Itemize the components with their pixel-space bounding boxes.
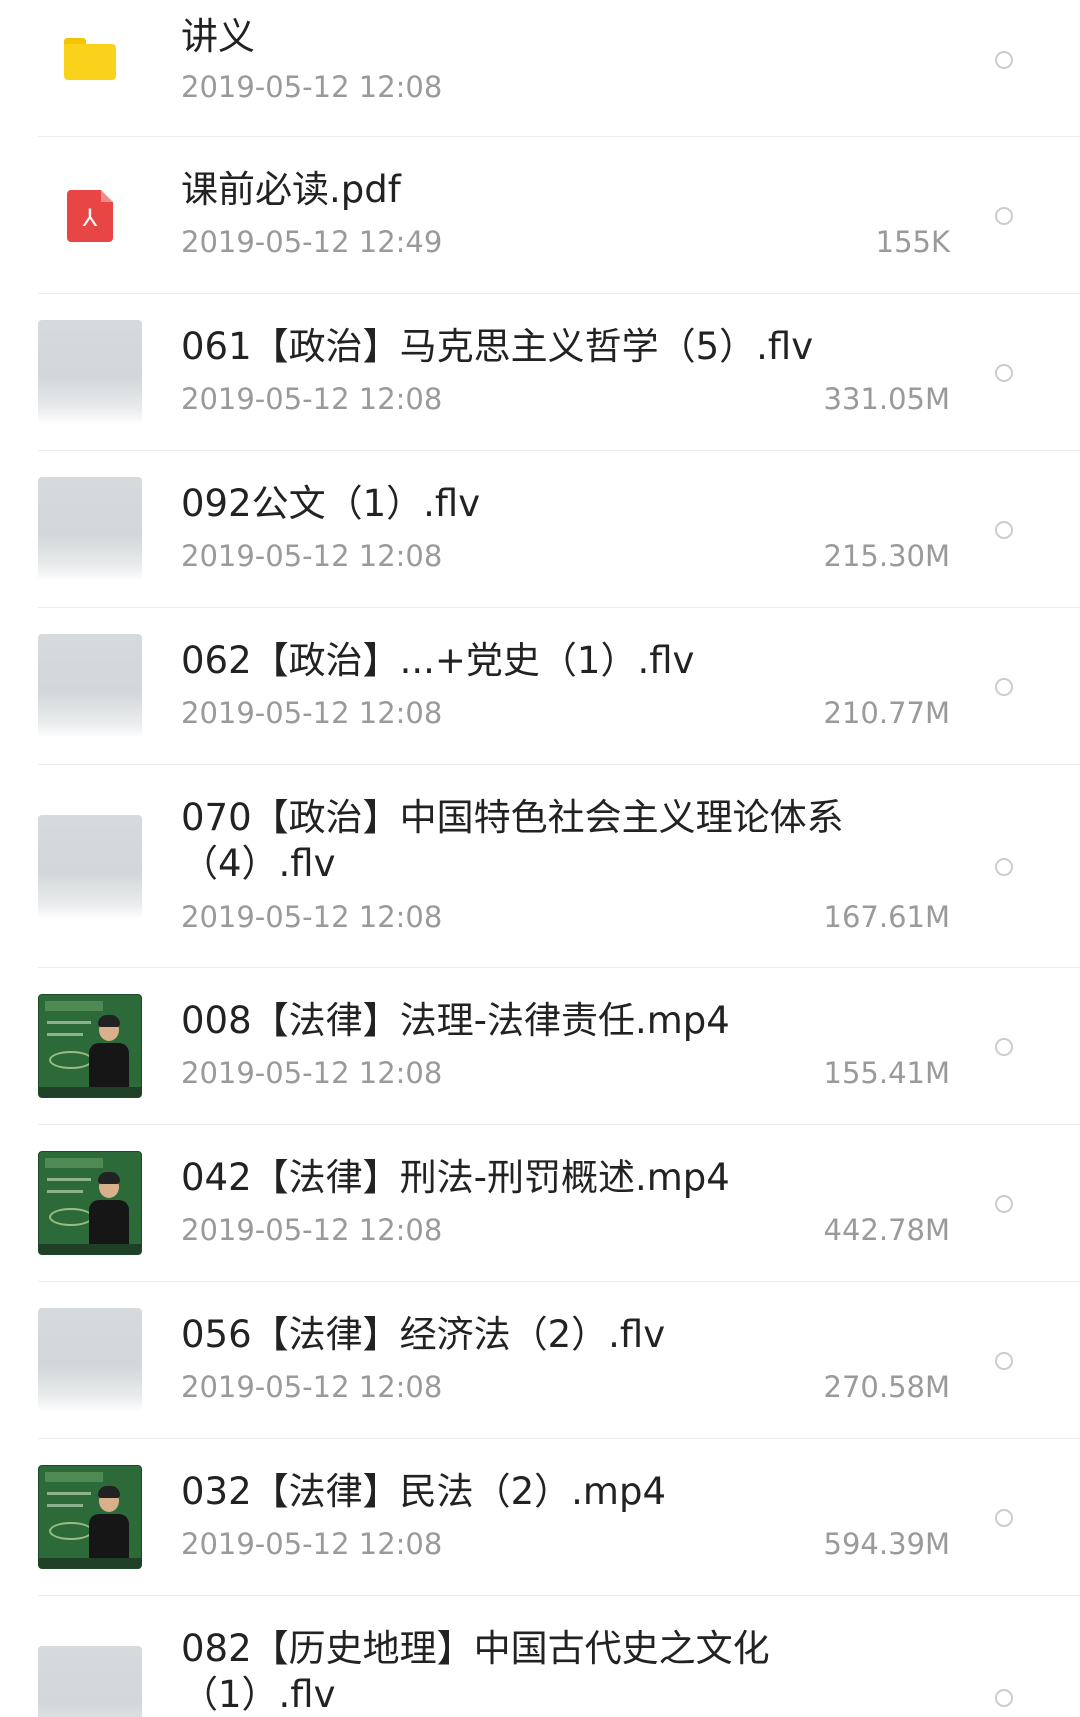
file-date: 2019-05-12 12:08	[181, 1370, 443, 1404]
file-row[interactable]: ⅄ 课前必读.pdf 2019-05-12 12:49 155K	[0, 137, 1080, 294]
video-thumbnail	[38, 994, 142, 1098]
file-size: 270.58M	[823, 1370, 951, 1404]
file-size: 210.77M	[823, 696, 951, 730]
select-radio[interactable]	[995, 521, 1013, 539]
select-radio[interactable]	[995, 1195, 1013, 1213]
select-radio[interactable]	[995, 1689, 1013, 1707]
file-row[interactable]: 061【政治】马克思主义哲学（5）.flv 2019-05-12 12:08 3…	[0, 294, 1080, 451]
file-date: 2019-05-12 12:08	[181, 900, 443, 934]
file-date: 2019-05-12 12:08	[181, 696, 443, 730]
select-radio[interactable]	[995, 858, 1013, 876]
file-name: 092公文（1）.flv	[181, 482, 481, 525]
file-date: 2019-05-12 12:08	[181, 382, 443, 416]
video-thumbnail	[38, 320, 142, 424]
file-date: 2019-05-12 12:08	[181, 1527, 443, 1561]
file-name: 课前必读.pdf	[181, 168, 401, 211]
file-name: 056【法律】经济法（2）.flv	[181, 1313, 666, 1356]
select-radio[interactable]	[995, 51, 1013, 69]
select-radio[interactable]	[995, 1352, 1013, 1370]
file-date: 2019-05-12 12:49	[181, 225, 443, 259]
file-row[interactable]: 042【法律】刑法-刑罚概述.mp4 2019-05-12 12:08 442.…	[0, 1125, 1080, 1282]
file-row[interactable]: 062【政治】...+党史（1）.flv 2019-05-12 12:08 21…	[0, 608, 1080, 765]
video-thumbnail	[38, 1308, 142, 1412]
file-date: 2019-05-12 12:08	[181, 70, 443, 104]
file-name: 070【政治】中国特色社会主义理论体系 （4）.flv	[181, 796, 844, 885]
file-size: 155.41M	[823, 1056, 951, 1090]
file-row[interactable]: 056【法律】经济法（2）.flv 2019-05-12 12:08 270.5…	[0, 1282, 1080, 1439]
file-name: 讲义	[181, 15, 255, 58]
video-thumbnail	[38, 477, 142, 581]
file-size: 167.61M	[823, 900, 951, 934]
file-name: 032【法律】民法（2）.mp4	[181, 1470, 666, 1513]
file-row[interactable]: 008【法律】法理-法律责任.mp4 2019-05-12 12:08 155.…	[0, 968, 1080, 1125]
file-size: 594.39M	[823, 1527, 951, 1561]
video-thumbnail	[38, 1151, 142, 1255]
file-size: 215.30M	[823, 539, 951, 573]
file-name: 062【政治】...+党史（1）.flv	[181, 639, 695, 682]
file-size: 155K	[875, 225, 950, 259]
file-row[interactable]: 092公文（1）.flv 2019-05-12 12:08 215.30M	[0, 451, 1080, 608]
file-size: 331.05M	[823, 382, 951, 416]
file-name: 082【历史地理】中国古代史之文化 （1）.flv	[181, 1627, 770, 1716]
file-name: 042【法律】刑法-刑罚概述.mp4	[181, 1156, 730, 1199]
folder-icon	[64, 38, 116, 80]
file-date: 2019-05-12 12:08	[181, 1213, 443, 1247]
select-radio[interactable]	[995, 207, 1013, 225]
file-date: 2019-05-12 12:08	[181, 539, 443, 573]
file-name: 008【法律】法理-法律责任.mp4	[181, 999, 730, 1042]
select-radio[interactable]	[995, 678, 1013, 696]
select-radio[interactable]	[995, 1509, 1013, 1527]
video-thumbnail	[38, 1465, 142, 1569]
file-row[interactable]: 070【政治】中国特色社会主义理论体系 （4）.flv 2019-05-12 1…	[0, 765, 1080, 968]
file-date: 2019-05-12 12:08	[181, 1056, 443, 1090]
video-thumbnail	[38, 1646, 142, 1717]
file-size: 442.78M	[823, 1213, 951, 1247]
file-row[interactable]: 082【历史地理】中国古代史之文化 （1）.flv	[0, 1596, 1080, 1717]
file-row[interactable]: 讲义 2019-05-12 12:08	[0, 0, 1080, 137]
video-thumbnail	[38, 815, 142, 919]
video-thumbnail	[38, 634, 142, 738]
file-row[interactable]: 032【法律】民法（2）.mp4 2019-05-12 12:08 594.39…	[0, 1439, 1080, 1596]
pdf-icon: ⅄	[67, 190, 113, 242]
select-radio[interactable]	[995, 364, 1013, 382]
file-name: 061【政治】马克思主义哲学（5）.flv	[181, 325, 814, 368]
select-radio[interactable]	[995, 1038, 1013, 1056]
